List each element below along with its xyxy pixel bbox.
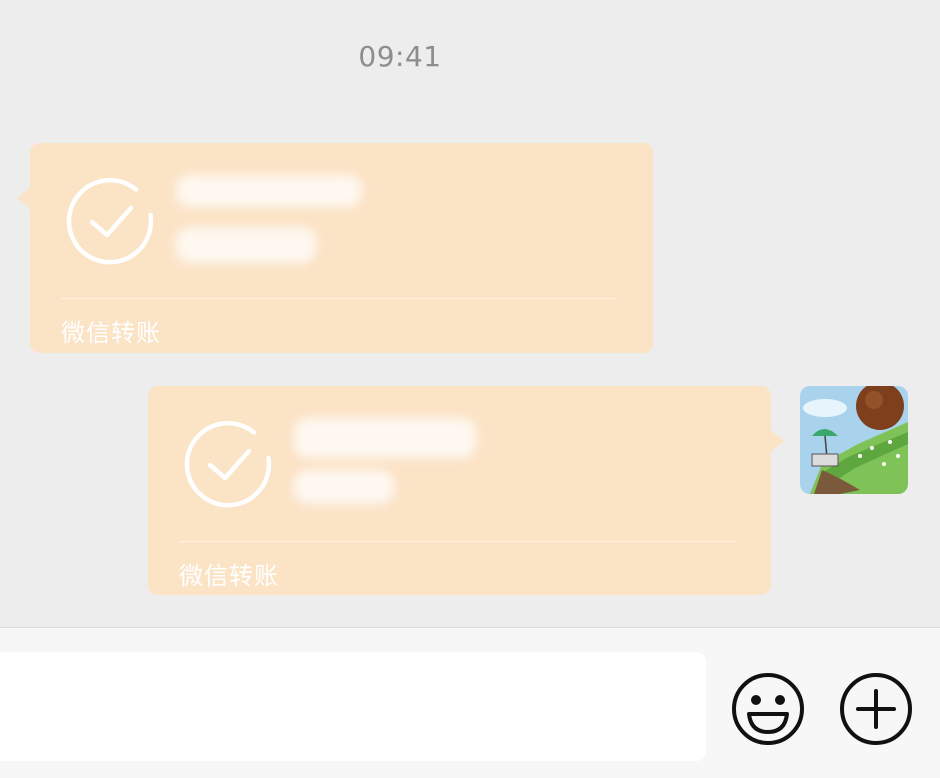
check-circle-icon: [184, 420, 272, 508]
message-timestamp: 09:41: [358, 40, 442, 73]
transfer-bubble-sent[interactable]: 微信转账: [148, 386, 784, 595]
bubble-divider: [61, 298, 617, 299]
chat-area: 09:41 微信转账 微信转账: [0, 0, 940, 627]
smiley-icon[interactable]: [729, 670, 807, 748]
avatar-image: [800, 386, 908, 494]
blurred-note: [294, 470, 394, 504]
message-input[interactable]: [0, 652, 706, 761]
blurred-amount: [176, 175, 362, 207]
bubble-divider: [179, 541, 735, 542]
blurred-amount: [294, 418, 476, 458]
transfer-label: 微信转账: [179, 562, 279, 590]
chat-input-bar: [0, 627, 940, 778]
plus-circle-icon[interactable]: [837, 670, 915, 748]
transfer-label: 微信转账: [61, 319, 161, 347]
check-circle-icon: [66, 177, 154, 265]
transfer-bubble-received[interactable]: 微信转账: [17, 143, 653, 353]
blurred-note: [176, 227, 316, 263]
user-avatar[interactable]: [800, 386, 908, 494]
